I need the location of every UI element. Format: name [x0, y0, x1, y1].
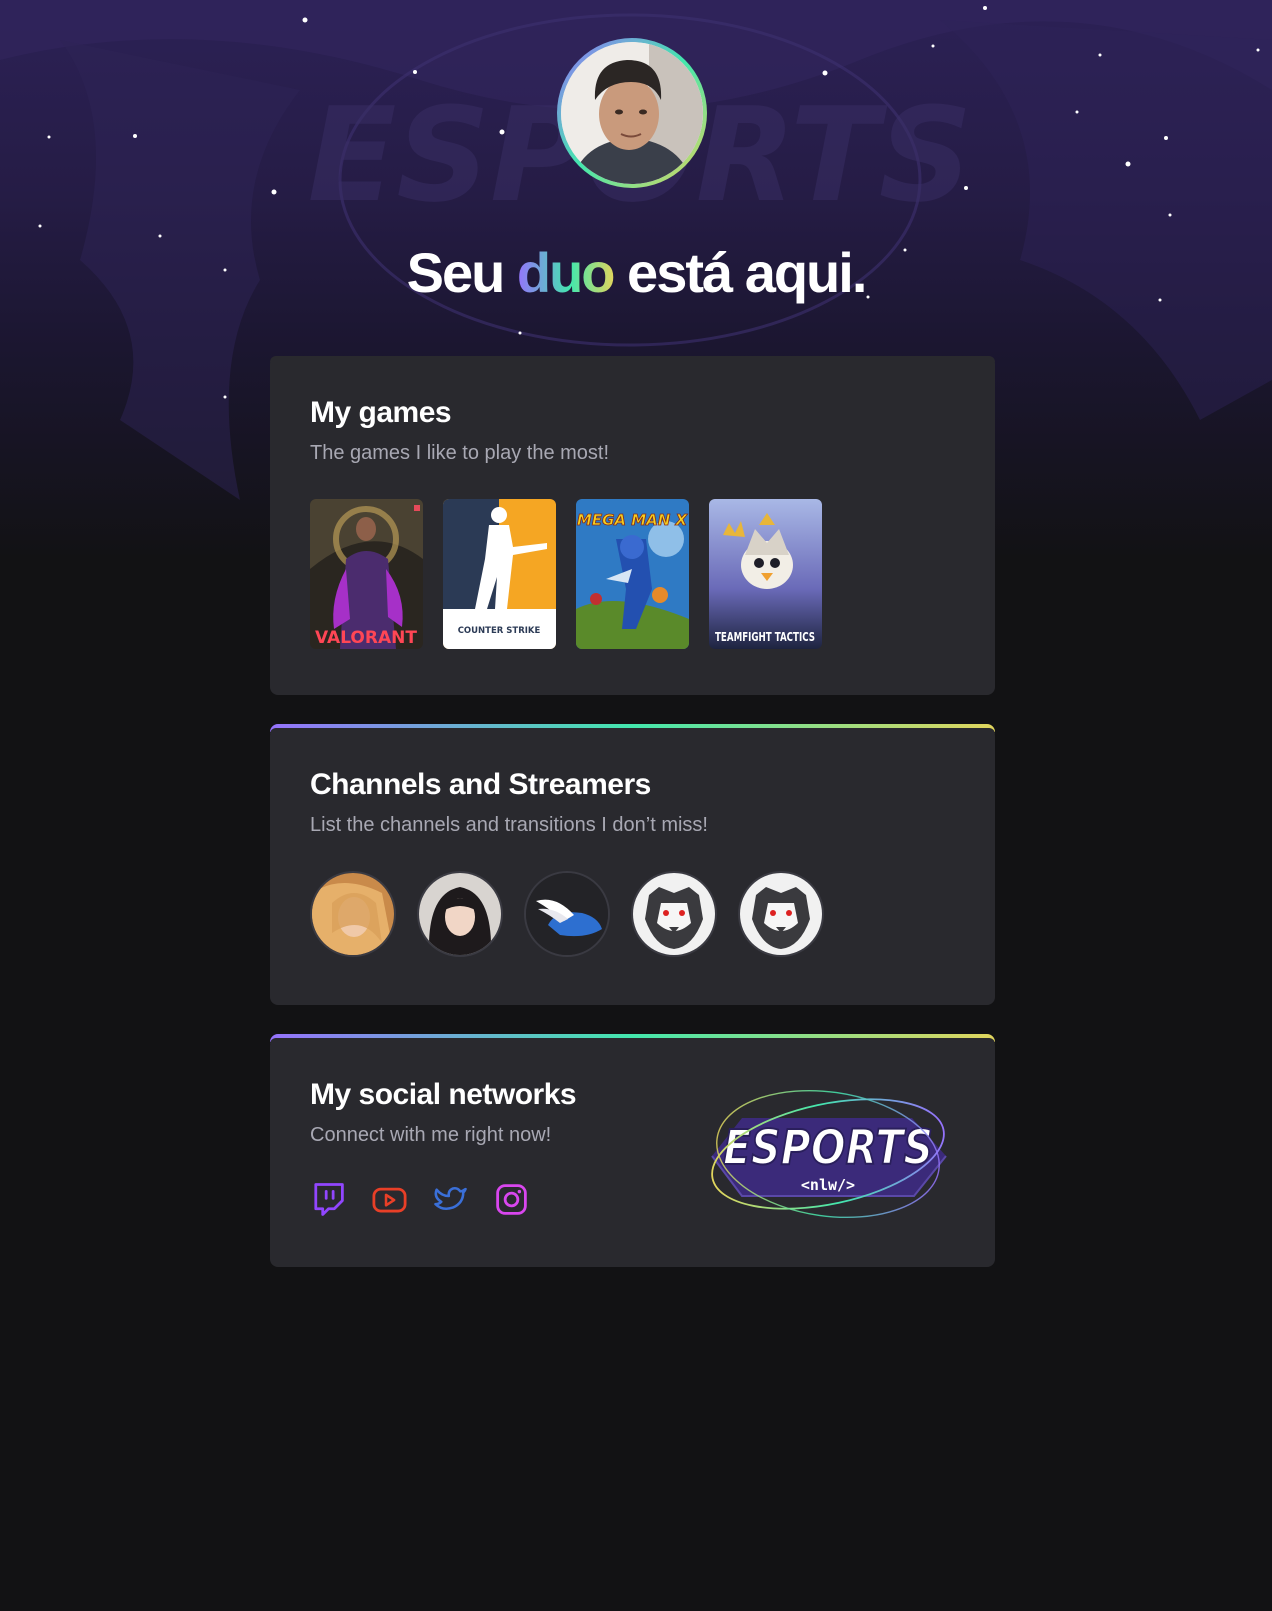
logo-esports-text: ESPORTS: [723, 1120, 933, 1176]
esports-nlw-logo: ESPORTS <nlw/>: [711, 1089, 947, 1219]
instagram-icon[interactable]: [493, 1181, 530, 1218]
tiger-logo: [740, 873, 822, 955]
games-card: My games The games I like to play the mo…: [270, 352, 995, 695]
logo-nlw-text: <nlw/>: [801, 1176, 855, 1194]
social-card: My social networks Connect with me right…: [270, 1034, 995, 1267]
streamer-avatar-1[interactable]: [310, 871, 396, 957]
twitch-icon[interactable]: [310, 1181, 347, 1218]
games-subtitle: The games I like to play the most!: [310, 442, 610, 464]
page-headline: Seu duo está aqui.: [0, 240, 1272, 305]
game-cover-valorant[interactable]: VALORANT: [310, 499, 423, 649]
streamer-avatar-4[interactable]: [631, 871, 717, 957]
games-list: VALORANT COUNTER STRIKE MEGA MAN X TEAMF…: [310, 499, 955, 649]
card-top-fill: [270, 728, 995, 734]
card-top-fill: [270, 356, 995, 362]
twitter-icon[interactable]: [432, 1181, 469, 1218]
streamer-avatar-dark-hair: [419, 873, 501, 955]
games-title: My games: [310, 396, 452, 429]
streamers-subtitle: List the channels and transitions I don’…: [310, 814, 708, 836]
mega-man-x-label: MEGA MAN X: [577, 511, 689, 529]
streamer-avatar-blonde: [312, 873, 394, 955]
teamfight-tactics-cover: TEAMFIGHT TACTICS: [709, 499, 822, 649]
headline-highlight: duo: [516, 241, 616, 304]
teamfight-tactics-label: TEAMFIGHT TACTICS: [715, 630, 815, 644]
streamer-avatar-5[interactable]: [738, 871, 824, 957]
youtube-icon[interactable]: [371, 1181, 408, 1218]
headline-start: Seu: [406, 241, 517, 304]
tiger-logo: [633, 873, 715, 955]
headline-end: está aqui.: [613, 241, 867, 304]
streamers-list: [310, 871, 955, 957]
game-cover-mega-man-x[interactable]: MEGA MAN X: [576, 499, 689, 649]
counter-strike-cover: COUNTER STRIKE: [443, 499, 556, 649]
valorant-label: VALORANT: [315, 628, 417, 648]
streamers-title: Channels and Streamers: [310, 768, 651, 801]
counter-strike-label: COUNTER STRIKE: [458, 626, 541, 636]
streamer-avatar-3[interactable]: [524, 871, 610, 957]
profile-photo: [561, 42, 703, 184]
streamers-card: Channels and Streamers List the channels…: [270, 724, 995, 1005]
streamer-avatar-2[interactable]: [417, 871, 503, 957]
profile-avatar-ring: [557, 38, 707, 188]
valorant-cover: VALORANT: [310, 499, 423, 649]
winged-helmet-logo: [526, 873, 608, 955]
mega-man-x-cover: MEGA MAN X: [576, 499, 689, 649]
game-cover-teamfight-tactics[interactable]: TEAMFIGHT TACTICS: [709, 499, 822, 649]
game-cover-counter-strike[interactable]: COUNTER STRIKE: [443, 499, 556, 649]
card-top-fill: [270, 1038, 995, 1044]
